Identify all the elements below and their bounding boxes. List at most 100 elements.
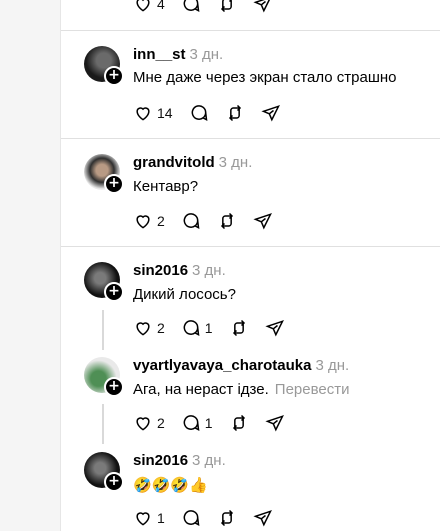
repost-button[interactable] (229, 413, 249, 433)
share-button[interactable] (264, 318, 285, 338)
heart-icon (136, 107, 150, 121)
comment-actions: 1 (133, 508, 289, 528)
divider (61, 138, 440, 139)
translate-link[interactable]: Перевести (275, 381, 350, 398)
follow-plus-icon[interactable]: + (104, 174, 124, 194)
comment-icon (183, 415, 200, 431)
like-button[interactable]: 14 (133, 103, 173, 123)
timestamp[interactable]: 3 дн. (190, 46, 224, 63)
divider (61, 246, 440, 247)
like-count: 2 (157, 415, 165, 431)
timestamp[interactable]: 3 дн. (192, 452, 226, 469)
comment-header: sin2016 3 дн. (133, 262, 226, 279)
top-post-actions: 4 (133, 0, 289, 14)
share-button[interactable] (260, 103, 281, 123)
like-button[interactable]: 2 (133, 211, 165, 231)
timestamp[interactable]: 3 дн. (219, 154, 253, 171)
reply-button[interactable] (189, 103, 209, 123)
avatar[interactable]: + (84, 154, 124, 194)
repost-button[interactable] (217, 508, 237, 528)
reply-count: 1 (204, 320, 213, 336)
heart-icon (136, 215, 150, 229)
avatar[interactable]: + (84, 357, 124, 397)
repost-icon (220, 0, 232, 13)
comment-actions: 2 (133, 211, 289, 231)
like-button[interactable]: 2 (133, 318, 165, 338)
comment-text: Кентавр? (133, 178, 199, 195)
share-button[interactable] (253, 508, 273, 528)
follow-plus-icon[interactable]: + (104, 377, 124, 397)
repost-icon (220, 509, 233, 527)
username[interactable]: grandvitold (133, 154, 215, 171)
username[interactable]: inn__st (133, 46, 186, 63)
avatar[interactable]: + (84, 46, 124, 86)
comment-icon (183, 0, 200, 12)
comment-header: vyartlyavaya_charotauka 3 дн. (133, 357, 349, 374)
comment-icon (183, 510, 200, 526)
like-count: 2 (157, 213, 165, 229)
repost-icon (232, 414, 245, 432)
send-icon (253, 0, 270, 13)
follow-plus-icon[interactable]: + (104, 66, 124, 86)
heart-icon (136, 417, 150, 431)
like-button[interactable]: 4 (133, 0, 165, 14)
comment-actions: 2 1 (133, 413, 301, 433)
send-icon (260, 105, 280, 122)
like-button[interactable]: 1 (133, 508, 165, 528)
username[interactable]: sin2016 (133, 262, 188, 279)
comment-actions: 2 1 (133, 318, 301, 338)
thread-line (102, 310, 104, 350)
repost-button[interactable] (217, 0, 237, 14)
timestamp[interactable]: 3 дн. (192, 262, 226, 279)
send-icon (264, 320, 284, 337)
comments-panel: 4 + inn__st 3 дн. Мне даже через экран ст… (60, 0, 440, 531)
comment-header: grandvitold 3 дн. (133, 154, 252, 171)
reply-count: 1 (204, 415, 213, 431)
send-icon (253, 213, 272, 230)
repost-icon (232, 319, 245, 337)
avatar[interactable]: + (84, 452, 124, 492)
comment-text: Дикий лосось? (133, 286, 236, 303)
reply-button[interactable] (181, 0, 201, 14)
share-button[interactable] (253, 211, 273, 231)
repost-button[interactable] (217, 211, 237, 231)
divider (61, 30, 440, 31)
send-icon (264, 415, 284, 432)
avatar[interactable]: + (84, 262, 124, 302)
comment-actions: 14 (133, 103, 297, 123)
comment-text: Ага, на нераст ідзе. (133, 381, 269, 398)
like-count: 2 (157, 320, 165, 336)
follow-plus-icon[interactable]: + (104, 282, 124, 302)
like-count: 14 (157, 105, 173, 121)
reply-button[interactable] (181, 211, 201, 231)
username[interactable]: vyartlyavaya_charotauka (133, 357, 311, 374)
thread-line (102, 404, 104, 444)
comment-header: sin2016 3 дн. (133, 452, 226, 469)
comment-text: 🤣🤣🤣👍 (133, 476, 208, 494)
repost-button[interactable] (225, 103, 245, 123)
comment-icon (183, 320, 200, 336)
heart-icon (136, 0, 150, 12)
comment-icon (183, 213, 200, 229)
comment-text-row: Ага, на нераст ідзе. Перевести (133, 381, 349, 398)
repost-icon (228, 104, 241, 122)
heart-icon (136, 322, 150, 336)
follow-plus-icon[interactable]: + (104, 472, 124, 492)
reply-button[interactable]: 1 (181, 318, 213, 338)
reply-button[interactable] (181, 508, 201, 528)
timestamp[interactable]: 3 дн. (315, 357, 349, 374)
comment-header: inn__st 3 дн. (133, 46, 223, 63)
reply-button[interactable]: 1 (181, 413, 213, 433)
comment-text: Мне даже через экран стало страшно (133, 69, 397, 86)
heart-icon (136, 512, 150, 526)
username[interactable]: sin2016 (133, 452, 188, 469)
send-icon (253, 510, 272, 527)
share-button[interactable] (264, 413, 285, 433)
repost-icon (220, 212, 233, 230)
like-button[interactable]: 2 (133, 413, 165, 433)
like-count: 1 (157, 510, 165, 526)
like-count: 4 (157, 0, 165, 12)
repost-button[interactable] (229, 318, 249, 338)
share-button[interactable] (253, 0, 273, 14)
comment-icon (191, 105, 207, 121)
